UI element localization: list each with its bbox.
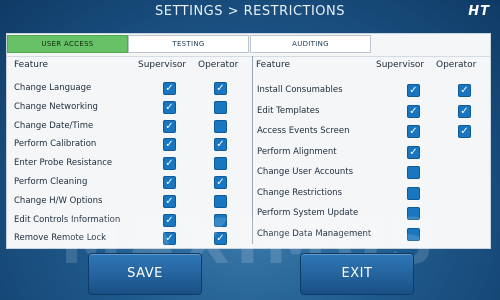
operator-checkbox[interactable] — [214, 194, 227, 208]
brand-logo: HT — [468, 4, 490, 19]
tab-testing[interactable]: TESTING — [128, 35, 249, 53]
operator-checkbox[interactable]: ✓ — [458, 125, 471, 138]
supervisor-checkbox[interactable]: ✓ — [163, 232, 176, 246]
operator-checkbox[interactable]: ✓ — [214, 138, 227, 152]
left-row-label: Perform Calibration — [14, 139, 97, 150]
right-operator-header: Operator — [436, 60, 477, 70]
table-header-separator — [7, 56, 490, 57]
supervisor-checkbox[interactable] — [407, 207, 420, 220]
right-row-label: Change Restrictions — [257, 187, 342, 198]
column-divider — [252, 56, 253, 244]
right-row-label: Install Consumables — [257, 85, 343, 95]
save-button[interactable]: SAVE — [88, 253, 202, 295]
operator-checkbox[interactable] — [214, 100, 227, 114]
supervisor-checkbox[interactable]: ✓ — [163, 82, 176, 95]
restrictions-panel: USER ACCESS TESTING AUDITING Feature Sup… — [6, 33, 491, 249]
left-row-label: Change Date/Time — [14, 120, 94, 131]
supervisor-checkbox[interactable]: ✓ — [163, 119, 176, 133]
supervisor-checkbox[interactable] — [407, 186, 420, 200]
operator-checkbox[interactable]: ✓ — [214, 176, 227, 189]
page-title: SETTINGS > RESTRICTIONS — [154, 4, 346, 19]
operator-checkbox[interactable] — [214, 213, 227, 227]
right-row-label: Perform Alignment — [257, 146, 337, 157]
supervisor-checkbox[interactable]: ✓ — [163, 138, 176, 152]
tab-auditing[interactable]: AUDITING — [250, 35, 371, 53]
left-row-label: Change Networking — [14, 101, 98, 112]
left-row-label: Enter Probe Resistance — [14, 158, 113, 169]
exit-button[interactable]: EXIT — [300, 253, 414, 295]
left-row-label: Perform Cleaning — [14, 177, 88, 187]
left-row-label: Change H/W Options — [14, 195, 103, 206]
supervisor-checkbox[interactable]: ✓ — [163, 100, 176, 114]
right-supervisor-header: Supervisor — [376, 60, 425, 70]
left-row-label: Remove Remote Lock — [14, 233, 107, 244]
supervisor-checkbox[interactable] — [407, 166, 420, 179]
left-row-label: Change Language — [14, 83, 92, 93]
operator-checkbox[interactable] — [214, 119, 227, 133]
operator-checkbox[interactable]: ✓ — [458, 84, 471, 97]
operator-checkbox[interactable]: ✓ — [458, 104, 471, 118]
left-supervisor-header: Supervisor — [138, 60, 187, 70]
left-feature-header: Feature — [14, 60, 49, 70]
right-row-label: Access Events Screen — [257, 126, 350, 136]
right-feature-header: Feature — [256, 60, 291, 70]
tab-user-access[interactable]: USER ACCESS — [7, 35, 128, 53]
supervisor-checkbox[interactable]: ✓ — [407, 145, 420, 159]
supervisor-checkbox[interactable]: ✓ — [163, 213, 176, 227]
supervisor-checkbox[interactable]: ✓ — [407, 84, 420, 97]
operator-checkbox[interactable] — [214, 157, 227, 171]
right-row-label: Perform System Update — [257, 208, 359, 218]
supervisor-checkbox[interactable] — [407, 227, 420, 241]
supervisor-checkbox[interactable]: ✓ — [163, 157, 176, 171]
supervisor-checkbox[interactable]: ✓ — [163, 176, 176, 189]
right-row-label: Change User Accounts — [257, 167, 354, 177]
left-row-label: Edit Controls Information — [14, 214, 121, 225]
supervisor-checkbox[interactable]: ✓ — [407, 125, 420, 138]
right-row-label: Edit Templates — [257, 105, 320, 116]
restrictions-screen: SETTINGS > RESTRICTIONS HT USER ACCESS T… — [0, 0, 500, 300]
right-row-label: Change Data Management — [257, 228, 372, 239]
left-operator-header: Operator — [198, 60, 239, 70]
operator-checkbox[interactable]: ✓ — [214, 232, 227, 246]
supervisor-checkbox[interactable]: ✓ — [163, 194, 176, 208]
supervisor-checkbox[interactable]: ✓ — [407, 104, 420, 118]
operator-checkbox[interactable]: ✓ — [214, 82, 227, 95]
